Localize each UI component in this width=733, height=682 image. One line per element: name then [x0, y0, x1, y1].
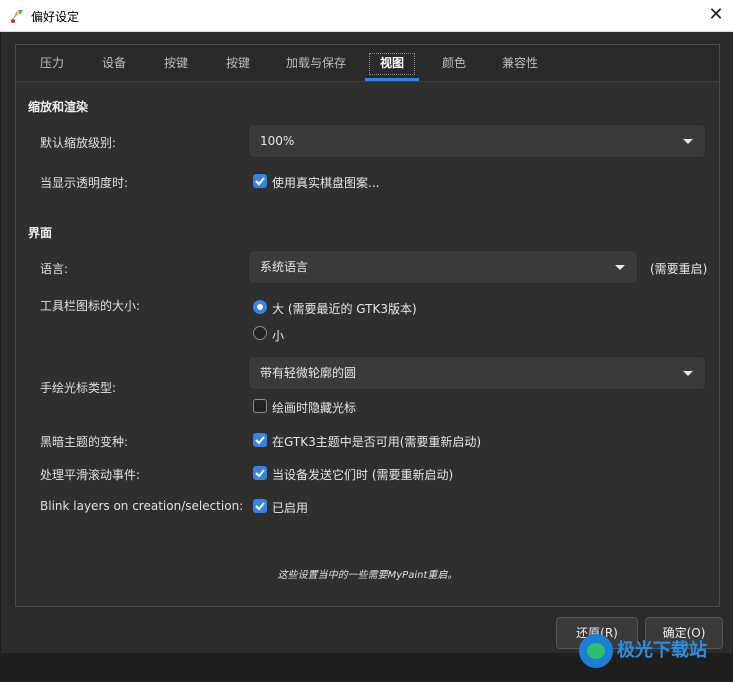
toolbar-icon-size-label: 工具栏图标的大小: [40, 299, 141, 313]
tab-buttons[interactable]: 按键 [150, 45, 202, 81]
preferences-notebook: 压力 设备 按键 按键 加载与保存 视图 颜色 兼容性 缩放和渲染 默认缩放级别… [15, 44, 720, 607]
restart-note: (需要重启) [650, 262, 708, 276]
default-zoom-label: 默认缩放级别: [40, 136, 117, 150]
interface-section-heading: 界面 [28, 226, 53, 240]
tab-compatibility[interactable]: 兼容性 [490, 45, 550, 81]
language-dropdown[interactable]: 系统语言 [248, 250, 638, 284]
smooth-scroll-checkbox[interactable] [253, 466, 267, 480]
transparency-label: 当显示透明度时: [40, 176, 129, 190]
window-title: 偏好设定 [31, 10, 80, 24]
checkmark-icon [255, 502, 265, 511]
blink-layers-checkbox[interactable] [253, 499, 267, 513]
title-bar: 偏好设定 ✕ [0, 0, 733, 32]
icon-size-small-label: 小 [272, 329, 285, 343]
blink-layers-label: Blink layers on creation/selection: [40, 499, 244, 513]
tab-bar: 压力 设备 按键 按键 加载与保存 视图 颜色 兼容性 [16, 45, 719, 82]
tab-pressure[interactable]: 压力 [26, 45, 78, 81]
dropdown-arrow-icon [615, 265, 625, 270]
tab-color[interactable]: 颜色 [428, 45, 480, 81]
hide-cursor-label: 绘画时隐藏光标 [272, 401, 357, 415]
restart-footnote: 这些设置当中的一些需要MyPaint重启。 [277, 570, 458, 581]
checkmark-icon [255, 436, 265, 445]
tab-load-save[interactable]: 加载与保存 [278, 45, 354, 81]
smooth-scroll-label: 处理平滑滚动事件: [40, 468, 141, 482]
dropdown-arrow-icon [683, 371, 693, 376]
dropdown-arrow-icon [683, 139, 693, 144]
dark-variant-label: 黑暗主题的变种: [40, 435, 129, 449]
site-watermark: 极光下载站 [561, 630, 731, 682]
checkerboard-checkbox[interactable] [253, 174, 267, 188]
checkerboard-label: 使用真实棋盘图案... [272, 176, 380, 190]
mypaint-app-icon [11, 10, 23, 23]
zoom-section-heading: 缩放和渲染 [28, 100, 89, 114]
tab-view[interactable]: 视图 [365, 45, 419, 81]
icon-size-large-radio[interactable] [253, 300, 267, 314]
close-button[interactable]: ✕ [699, 0, 733, 31]
hide-cursor-checkbox[interactable] [253, 399, 267, 413]
tab-keys[interactable]: 按键 [212, 45, 264, 81]
smooth-scroll-check-label: 当设备发送它们时 (需要重新启动) [272, 468, 454, 482]
default-zoom-dropdown[interactable]: 100% [248, 124, 706, 158]
icon-size-large-label: 大 (需要最近的 GTK3版本) [272, 302, 417, 316]
tab-devices[interactable]: 设备 [88, 45, 140, 81]
preferences-dialog: 压力 设备 按键 按键 加载与保存 视图 颜色 兼容性 缩放和渲染 默认缩放级别… [1, 32, 732, 668]
close-icon: ✕ [708, 4, 724, 25]
blink-layers-check-label: 已启用 [272, 501, 309, 515]
checkmark-icon [255, 469, 265, 478]
dark-variant-checkbox[interactable] [253, 433, 267, 447]
dark-variant-check-label: 在GTK3主题中是否可用(需要重新启动) [272, 435, 482, 449]
cursor-type-dropdown[interactable]: 带有轻微轮廓的圆 [248, 356, 706, 390]
active-tab-indicator [365, 78, 419, 81]
cursor-type-label: 手绘光标类型: [40, 381, 117, 395]
language-label: 语言: [40, 262, 69, 276]
icon-size-small-radio[interactable] [253, 326, 267, 340]
watermark-logo-icon [579, 634, 613, 668]
checkmark-icon [255, 177, 265, 186]
